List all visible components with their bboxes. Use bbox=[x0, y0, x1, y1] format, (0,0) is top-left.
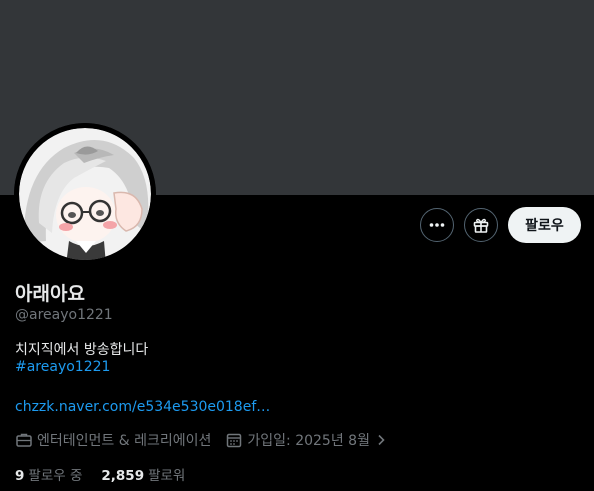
followers-link[interactable]: 2,859 팔로워 bbox=[101, 464, 185, 484]
following-count: 9 bbox=[15, 468, 25, 484]
handle: @areayo1221 bbox=[15, 307, 113, 323]
joined-item[interactable]: 가입일: 2025년 8월 bbox=[225, 430, 392, 450]
gift-icon bbox=[473, 218, 489, 233]
following-link[interactable]: 9 팔로우 중 bbox=[15, 464, 82, 484]
profile-meta: 엔터테인먼트 & 레크리에이션 가입일: 2025년 8월 bbox=[15, 430, 392, 450]
bio-hashtag-link[interactable]: #areayo1221 bbox=[15, 359, 110, 375]
profile-website-link[interactable]: chzzk.naver.com/e534e530e018ef… bbox=[15, 399, 270, 415]
category-item: 엔터테인먼트 & 레크리에이션 bbox=[15, 430, 211, 450]
briefcase-icon bbox=[16, 433, 32, 447]
joined-label: 가입일: 2025년 8월 bbox=[247, 433, 370, 449]
subscribe-button[interactable] bbox=[464, 208, 498, 242]
follow-button[interactable]: 팔로우 bbox=[508, 207, 581, 243]
follow-stats: 9 팔로우 중 2,859 팔로워 bbox=[15, 464, 185, 484]
followers-label: 팔로워 bbox=[148, 468, 186, 484]
avatar[interactable] bbox=[14, 123, 156, 265]
followers-count: 2,859 bbox=[101, 468, 145, 484]
chevron-right-icon bbox=[378, 434, 385, 446]
more-dots-icon bbox=[429, 223, 445, 227]
display-name: 아래아요 bbox=[15, 283, 85, 305]
calendar-icon bbox=[227, 433, 242, 448]
bio-text: 치지직에서 방송합니다 bbox=[15, 342, 149, 358]
more-button[interactable] bbox=[420, 208, 454, 242]
following-label: 팔로우 중 bbox=[28, 468, 83, 484]
category-label: 엔터테인먼트 & 레크리에이션 bbox=[37, 433, 212, 449]
